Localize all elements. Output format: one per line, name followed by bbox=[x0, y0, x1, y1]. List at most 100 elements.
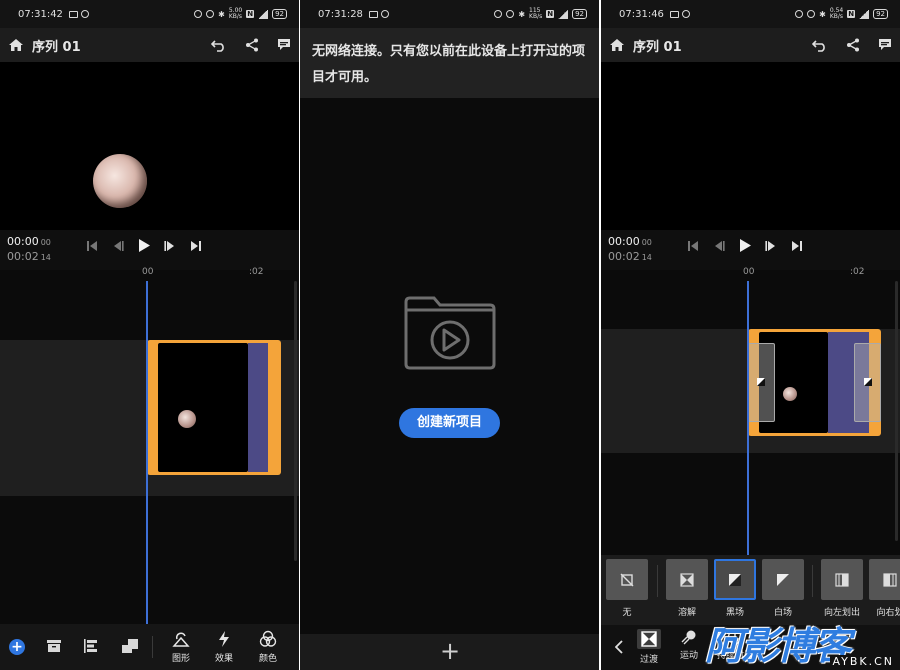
timeline[interactable] bbox=[601, 281, 900, 555]
color-icon bbox=[259, 630, 277, 648]
skip-end-icon[interactable] bbox=[190, 240, 202, 252]
location-icon bbox=[807, 10, 816, 18]
current-timecode: 00:00 00 bbox=[7, 235, 51, 248]
effects-icon bbox=[215, 630, 233, 648]
clip-trim-region bbox=[248, 343, 268, 472]
add-icon[interactable]: + bbox=[440, 638, 460, 664]
comment-icon[interactable] bbox=[878, 38, 892, 52]
back-chevron-icon[interactable] bbox=[615, 640, 623, 654]
layers-icon[interactable] bbox=[122, 639, 138, 653]
video-clip[interactable] bbox=[748, 329, 881, 436]
transition-dissolve-label: 溶解 bbox=[677, 608, 696, 618]
timeline-ruler[interactable]: 00 :02 bbox=[601, 265, 900, 281]
transition-icon bbox=[637, 629, 661, 649]
share-icon[interactable] bbox=[245, 38, 259, 52]
fade-black-icon bbox=[728, 573, 742, 587]
tool-motion[interactable]: 运动 bbox=[680, 629, 698, 661]
bluetooth-icon: ✱ bbox=[218, 9, 225, 19]
ruler-mark-2: :02 bbox=[249, 267, 264, 277]
editor-screen: 07:31:42 ✱ 5.00 KB/s N 92 序列 01 00:00 00… bbox=[0, 0, 299, 670]
gallery-notification-icon bbox=[368, 10, 378, 18]
transition-handle-start[interactable] bbox=[748, 343, 775, 422]
video-preview[interactable] bbox=[0, 62, 299, 230]
timeline[interactable] bbox=[0, 281, 299, 624]
tool-effects-label: 效果 bbox=[215, 654, 234, 664]
playhead[interactable] bbox=[146, 281, 148, 624]
transition-wipe-right[interactable]: 向右划 bbox=[869, 559, 900, 618]
ruler-mark-2: :02 bbox=[850, 267, 865, 277]
tool-motion-label: 运动 bbox=[680, 651, 699, 661]
status-time: 07:31:46 bbox=[619, 8, 664, 20]
play-icon[interactable] bbox=[739, 239, 751, 252]
gallery-notification-icon bbox=[68, 10, 78, 18]
tool-shapes[interactable]: 图形 bbox=[172, 630, 190, 664]
tool-transition[interactable]: 过渡 bbox=[637, 629, 661, 665]
undo-icon[interactable] bbox=[211, 38, 227, 52]
home-icon[interactable] bbox=[8, 38, 24, 52]
fade-black-icon bbox=[757, 378, 765, 386]
dissolve-icon bbox=[680, 572, 694, 587]
bluetooth-icon: ✱ bbox=[518, 9, 526, 19]
transport-controls: 00:00 00 00:02 14 bbox=[601, 230, 900, 270]
skip-end-icon[interactable] bbox=[791, 240, 803, 252]
undo-icon[interactable] bbox=[812, 38, 828, 52]
transition-wipe-left[interactable]: 向左划出 bbox=[821, 559, 863, 618]
step-forward-icon[interactable] bbox=[164, 240, 176, 252]
playhead[interactable] bbox=[747, 281, 749, 555]
tool-effects[interactable]: 效果 bbox=[215, 630, 233, 664]
signal-icon bbox=[558, 9, 569, 19]
timeline-scrollbar[interactable] bbox=[895, 281, 898, 541]
transition-wipe-right-label: 向右划 bbox=[876, 608, 900, 618]
battery-level: 92 bbox=[873, 9, 888, 19]
transition-none-label: 无 bbox=[622, 608, 632, 618]
home-icon[interactable] bbox=[609, 38, 625, 52]
duration-timecode: 00:02 14 bbox=[7, 250, 51, 263]
video-clip[interactable] bbox=[147, 340, 281, 475]
clip-thumbnail-moon bbox=[783, 387, 797, 401]
location-icon bbox=[206, 10, 215, 18]
video-preview[interactable] bbox=[601, 62, 900, 230]
tool-transition-label: 过渡 bbox=[639, 655, 658, 665]
transition-dissolve[interactable]: 溶解 bbox=[666, 559, 708, 618]
step-back-icon[interactable] bbox=[713, 240, 725, 252]
transport-controls: 00:00 00 00:02 14 bbox=[0, 230, 299, 270]
wechat-notification-icon bbox=[380, 10, 389, 18]
timeline-scrollbar[interactable] bbox=[294, 281, 297, 561]
status-time: 07:31:42 bbox=[18, 8, 63, 20]
sync-icon bbox=[494, 10, 503, 18]
step-forward-icon[interactable] bbox=[765, 240, 777, 252]
create-project-button[interactable]: 创建新项目 bbox=[399, 408, 500, 438]
timeline-ruler[interactable]: 00 :02 bbox=[0, 265, 299, 281]
none-icon bbox=[620, 573, 634, 587]
transition-screen: 07:31:46 ✱ 0.54 KB/s N 92 序列 01 00:00 00… bbox=[601, 0, 900, 670]
network-speed: 0.54 KB/s bbox=[829, 7, 844, 20]
signal-icon bbox=[258, 9, 269, 19]
align-icon[interactable] bbox=[84, 639, 98, 653]
app-bar: 序列 01 bbox=[0, 28, 299, 62]
wechat-notification-icon bbox=[80, 10, 89, 18]
transition-fade-white[interactable]: 白场 bbox=[762, 559, 804, 618]
transition-handle-end[interactable] bbox=[854, 343, 881, 422]
moon-frame-image bbox=[93, 154, 147, 208]
comment-icon[interactable] bbox=[277, 38, 291, 52]
share-icon[interactable] bbox=[846, 38, 860, 52]
skip-start-icon[interactable] bbox=[86, 240, 98, 252]
transition-fade-black[interactable]: 黑场 bbox=[714, 559, 756, 618]
offline-message: 无网络连接。只有您以前在此设备上打开过的项目才可用。 bbox=[300, 28, 599, 98]
skip-start-icon[interactable] bbox=[687, 240, 699, 252]
step-back-icon[interactable] bbox=[112, 240, 124, 252]
sync-icon bbox=[795, 10, 804, 18]
network-speed: 5.00 KB/s bbox=[228, 7, 243, 20]
tool-shapes-label: 图形 bbox=[172, 654, 191, 664]
bottom-toolbar: + 图形 效果 颜色 bbox=[0, 624, 299, 670]
battery-level: 92 bbox=[572, 9, 587, 19]
archive-icon[interactable] bbox=[47, 640, 61, 652]
watermark-text: 阿影博客 bbox=[705, 624, 851, 668]
battery-level: 92 bbox=[272, 9, 287, 19]
play-icon[interactable] bbox=[138, 239, 150, 252]
tool-color[interactable]: 颜色 bbox=[259, 630, 277, 664]
network-speed: 115 KB/s bbox=[529, 7, 543, 20]
transition-none[interactable]: 无 bbox=[606, 559, 648, 618]
add-media-button[interactable]: + bbox=[9, 639, 25, 655]
shapes-icon bbox=[172, 630, 190, 648]
